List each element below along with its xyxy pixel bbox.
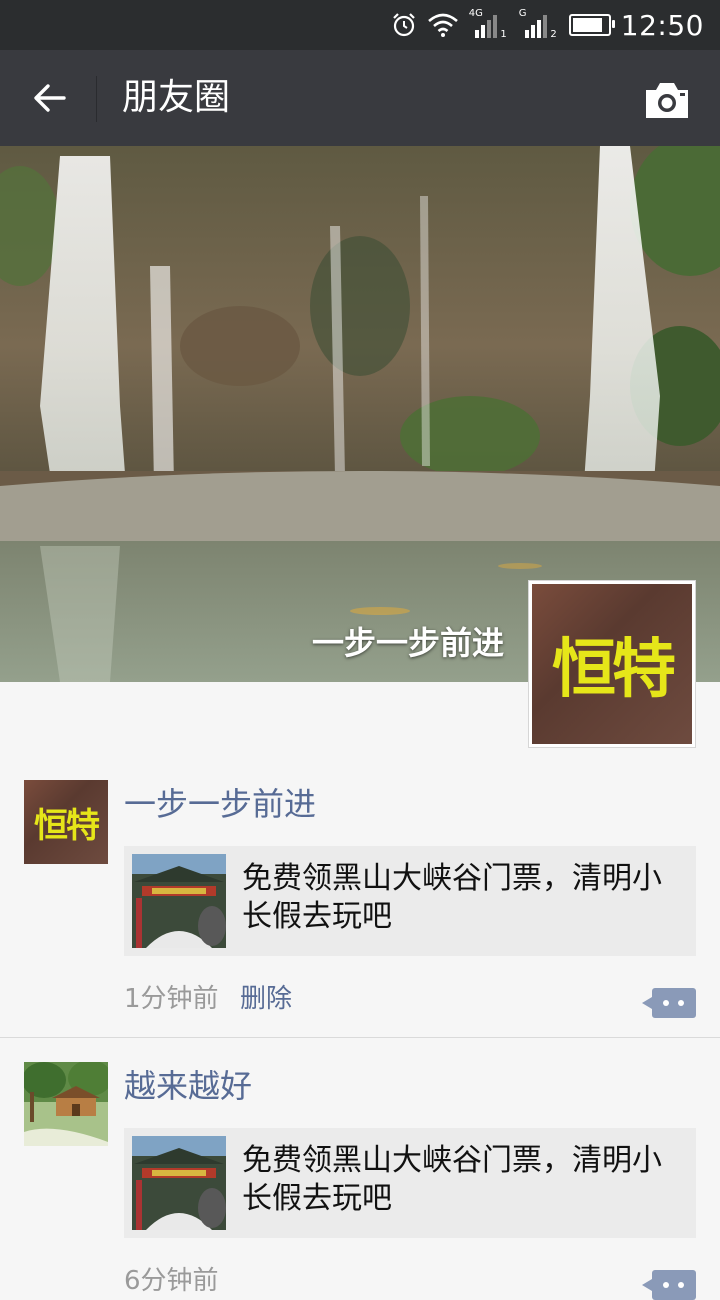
avatar-text: 恒特 [34, 805, 100, 846]
share-thumbnail [132, 1136, 226, 1230]
avatar[interactable] [24, 1062, 108, 1146]
post-time: 6分钟前 [124, 1266, 219, 1296]
sim1-index: 1 [500, 29, 507, 40]
comment-icon[interactable] [642, 988, 696, 1018]
status-icons: 4G 1 G 2 12:50 [391, 8, 704, 42]
wifi-icon [427, 13, 458, 37]
avatar[interactable]: 恒特 [24, 780, 108, 864]
share-title: 免费领黑山大峡谷门票，清明小长假去玩吧 [242, 1143, 662, 1216]
back-button[interactable] [24, 72, 76, 124]
share-title: 免费领黑山大峡谷门票，清明小长假去玩吧 [242, 861, 662, 934]
comment-icon[interactable] [642, 1270, 696, 1300]
moment-post: 越来越好 免费领黑山大峡谷门票，清明小长假去玩吧 6分钟前 [0, 1038, 720, 1300]
post-author-name[interactable]: 越来越好 [124, 1066, 252, 1106]
profile-avatar[interactable]: 恒特 [528, 580, 696, 748]
profile-avatar-text: 恒特 [552, 632, 676, 707]
share-thumbnail [132, 854, 226, 948]
sim2-index: 2 [550, 29, 557, 40]
cover-user-name: 一步一步前进 [311, 624, 504, 662]
signal-icon: G 2 [519, 8, 559, 40]
post-author-name[interactable]: 一步一步前进 [124, 784, 316, 824]
camera-button[interactable] [642, 78, 692, 122]
page-title: 朋友圈 [122, 77, 231, 118]
top-nav-bar: 朋友圈 [0, 50, 720, 146]
camera-icon [646, 83, 688, 118]
signal-icon: 4G 1 [469, 8, 509, 40]
delete-link[interactable]: 删除 [240, 978, 292, 1015]
arrow-left-icon [34, 84, 66, 112]
shared-link-card[interactable]: 免费领黑山大峡谷门票，清明小长假去玩吧 [124, 1128, 696, 1238]
battery-icon [568, 14, 615, 36]
status-bar: 4G 1 G 2 12:50 [0, 0, 720, 50]
nav-divider [96, 76, 97, 122]
alarm-icon [393, 13, 415, 37]
post-time: 1分钟前 [124, 984, 219, 1014]
shared-link-card[interactable]: 免费领黑山大峡谷门票，清明小长假去玩吧 [124, 846, 696, 956]
status-time: 12:50 [620, 8, 704, 42]
cabin-photo [24, 1062, 108, 1146]
moment-post: 恒特 一步一步前进 免费领黑山大峡谷门票，清明小长假去玩吧 1分钟前 删除 [0, 760, 720, 1038]
